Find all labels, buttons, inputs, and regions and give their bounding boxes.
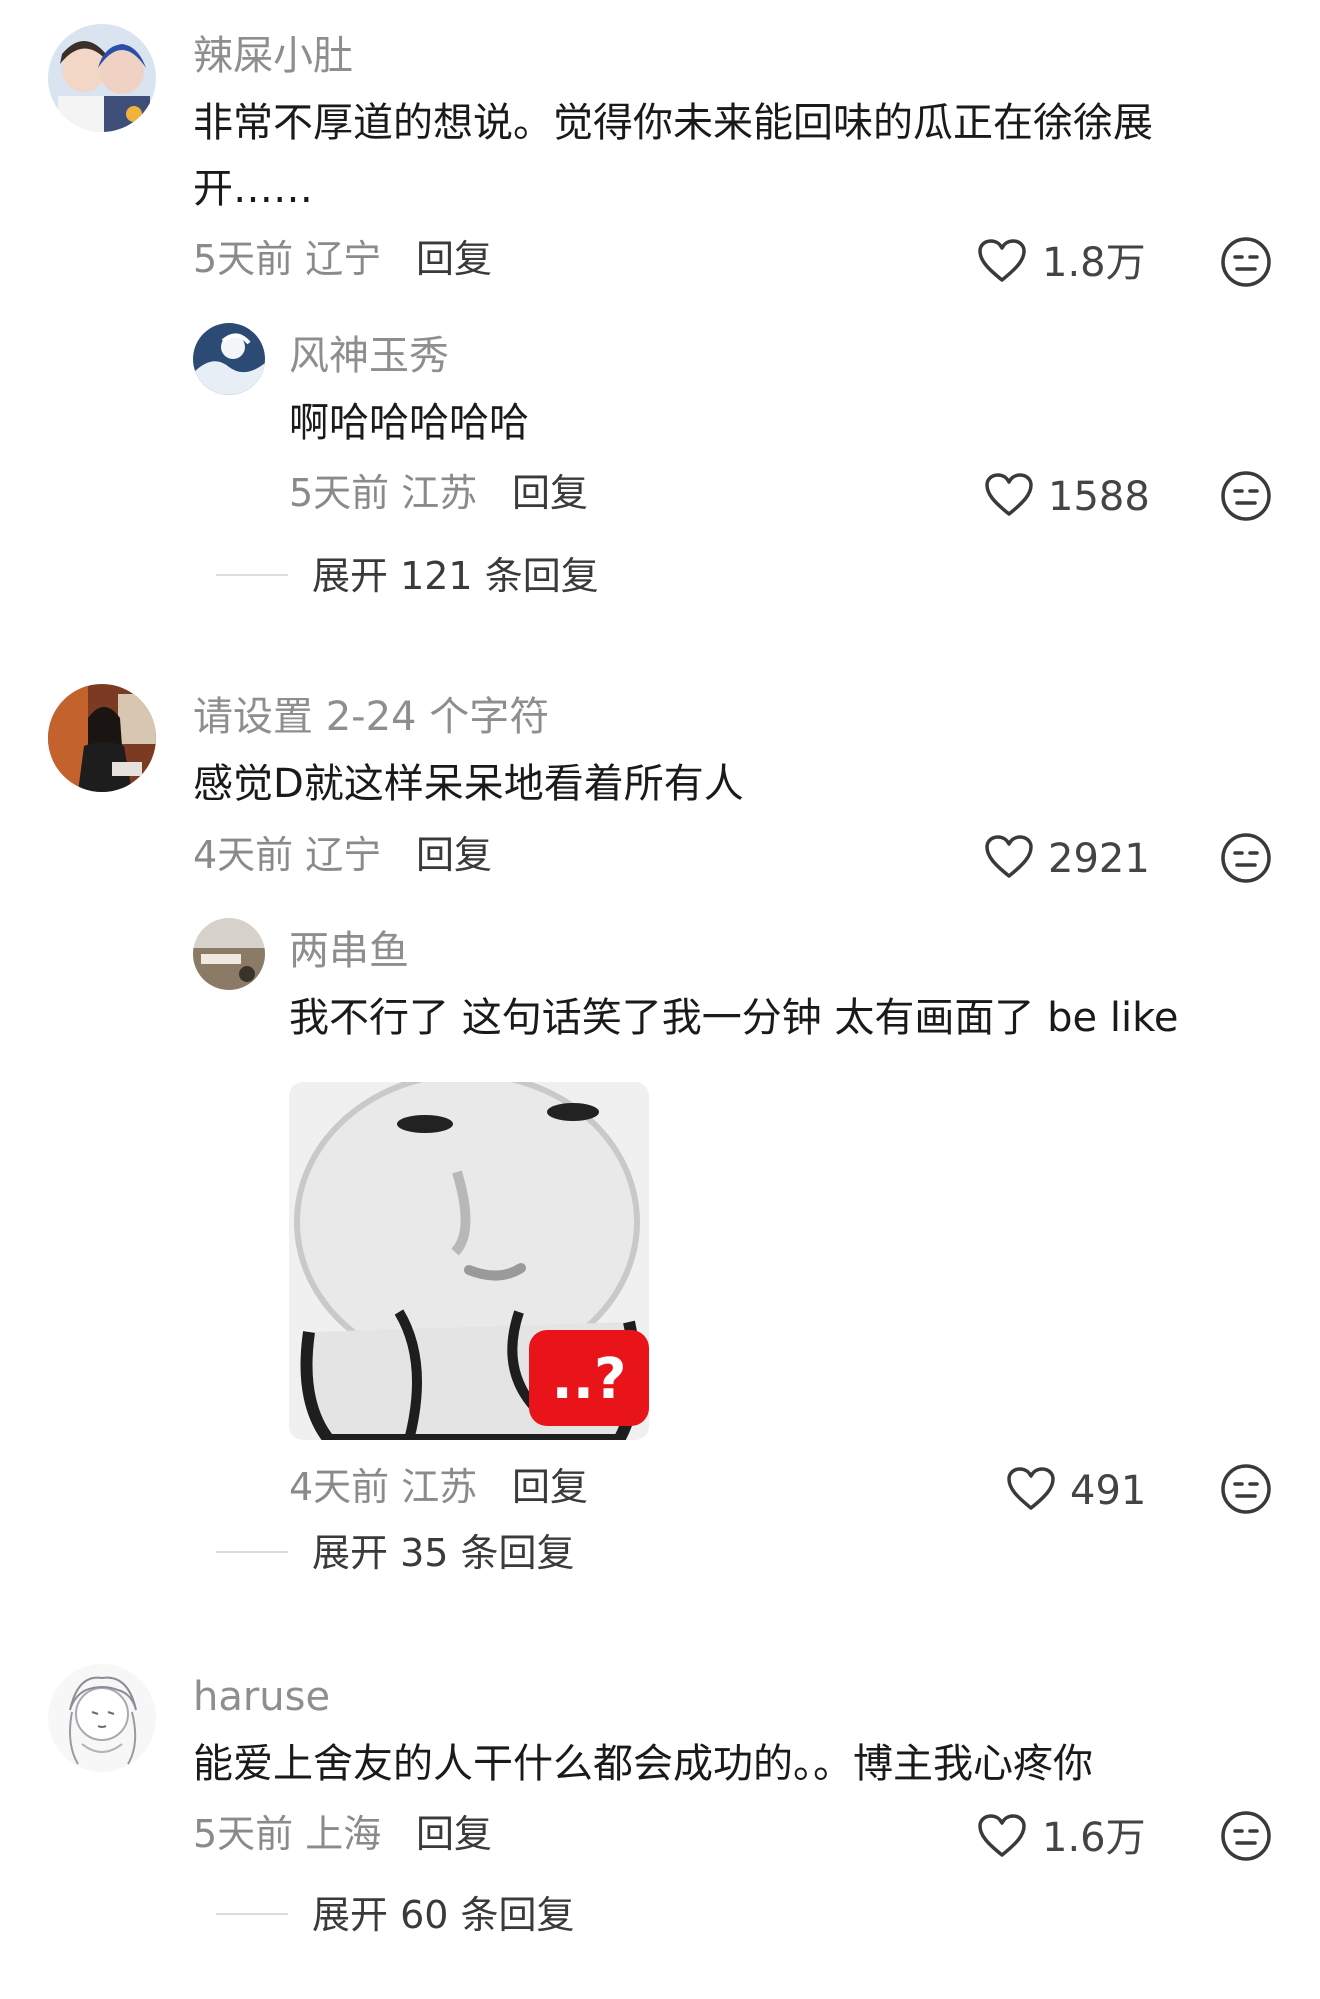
expand-divider	[216, 1913, 288, 1915]
avatar[interactable]	[48, 684, 156, 792]
avatar[interactable]	[193, 918, 265, 990]
comment-username[interactable]: 请设置 2-24 个字符	[193, 697, 549, 737]
like-count: 491	[1070, 1468, 1147, 1514]
heart-outline-icon[interactable]	[984, 834, 1034, 880]
like-count: 1588	[1048, 474, 1150, 520]
comment-username[interactable]: 辣屎小肚	[193, 36, 353, 76]
heart-outline-icon[interactable]	[977, 1813, 1027, 1859]
meh-face-icon[interactable]	[1220, 470, 1272, 522]
comment-text: 非常不厚道的想说。觉得你未来能回味的瓜正在徐徐展开……	[193, 100, 1153, 212]
meh-face-icon[interactable]	[1220, 1463, 1272, 1515]
reply-button[interactable]: 回复	[512, 1468, 588, 1506]
reply-button[interactable]: 回复	[416, 836, 492, 874]
comment-time-location: 5天前 上海	[193, 1812, 382, 1856]
heart-outline-icon[interactable]	[1006, 1466, 1056, 1512]
meh-face-icon[interactable]	[1220, 832, 1272, 884]
expand-divider	[216, 574, 288, 576]
reply-button[interactable]: 回复	[512, 474, 588, 512]
heart-outline-icon[interactable]	[984, 472, 1034, 518]
reply-time-location: 4天前 江苏	[289, 1465, 478, 1509]
comment-text: 能爱上舍友的人干什么都会成功的。。博主我心疼你	[193, 1741, 1093, 1787]
comment-time-location: 4天前 辽宁	[193, 833, 382, 877]
reply-username[interactable]: 两串鱼	[289, 931, 409, 971]
reply-button[interactable]: 回复	[416, 240, 492, 278]
like-count: 2921	[1048, 836, 1150, 882]
meh-face-icon[interactable]	[1220, 236, 1272, 288]
reply-text: 啊哈哈哈哈哈	[289, 400, 529, 446]
reply-button[interactable]: 回复	[416, 1815, 492, 1853]
comment-text: 感觉D就这样呆呆地看着所有人	[193, 761, 744, 807]
meh-face-icon[interactable]	[1220, 1810, 1272, 1862]
avatar[interactable]	[48, 24, 156, 132]
sticker-question-badge: ..?	[551, 1346, 627, 1412]
expand-replies-button[interactable]: 展开 121 条回复	[312, 557, 599, 595]
like-count: 1.8万	[1042, 240, 1146, 286]
comment-username[interactable]: haruse	[193, 1677, 330, 1717]
heart-outline-icon[interactable]	[977, 238, 1027, 284]
like-count: 1.6万	[1042, 1815, 1146, 1861]
expand-replies-button[interactable]: 展开 35 条回复	[312, 1534, 575, 1572]
meme-sticker-image[interactable]: ..?	[289, 1082, 649, 1440]
expand-divider	[216, 1551, 288, 1553]
reply-text: 我不行了 这句话笑了我一分钟 太有画面了 be like	[289, 995, 1179, 1041]
reply-username[interactable]: 风神玉秀	[289, 336, 449, 376]
avatar[interactable]	[193, 323, 265, 395]
comment-time-location: 5天前 辽宁	[193, 237, 382, 281]
avatar[interactable]	[48, 1664, 156, 1772]
reply-time-location: 5天前 江苏	[289, 471, 478, 515]
expand-replies-button[interactable]: 展开 60 条回复	[312, 1896, 575, 1934]
